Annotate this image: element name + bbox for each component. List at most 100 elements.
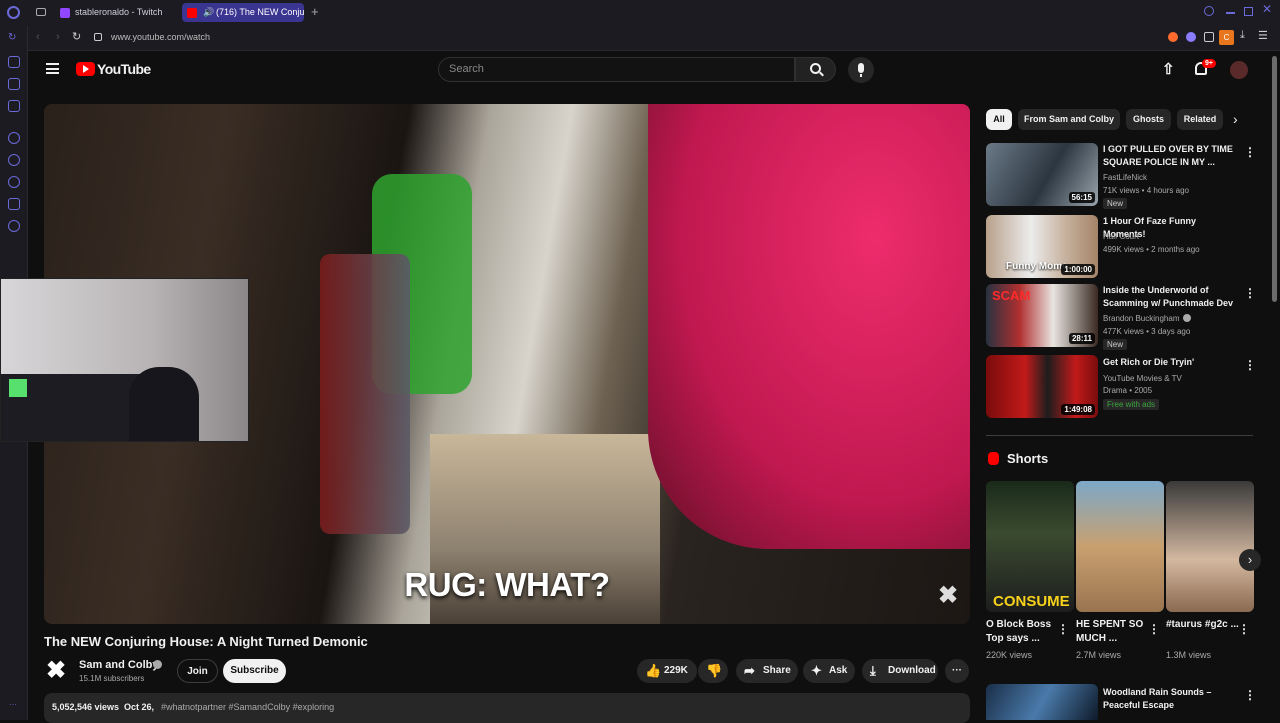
rec-thumbnail[interactable]: [986, 684, 1098, 720]
hamburger-menu-icon[interactable]: [46, 63, 59, 74]
create-upload-icon[interactable]: ⇧: [1162, 60, 1175, 78]
more-actions-button[interactable]: ···: [945, 659, 969, 683]
thumbs-down-icon: 👎: [706, 663, 723, 678]
like-button[interactable]: 👍 229K: [637, 659, 697, 683]
channel-name[interactable]: Sam and Colby: [79, 659, 158, 671]
close-overlay-icon[interactable]: ✖: [938, 584, 958, 608]
lock-icon: [94, 33, 102, 41]
sidebar-item-twitch-icon[interactable]: [8, 100, 20, 112]
sidebar-item-history-icon[interactable]: [8, 176, 20, 188]
voice-search-button[interactable]: [848, 57, 874, 83]
account-avatar[interactable]: [1230, 61, 1248, 79]
chip-ghosts[interactable]: Ghosts: [1126, 109, 1171, 130]
duration-badge: 1:49:08: [1061, 404, 1095, 415]
download-button[interactable]: ⤓ Download: [862, 659, 938, 683]
short-title[interactable]: HE SPENT SO MUCH ...: [1076, 618, 1151, 646]
search-button[interactable]: [795, 57, 836, 82]
short-title[interactable]: O Block Boss Top says ...: [986, 618, 1061, 646]
new-tab-button[interactable]: +: [311, 5, 319, 19]
subscribe-button[interactable]: Subscribe: [223, 659, 286, 683]
sidebar-more-icon[interactable]: ···: [9, 700, 17, 709]
menu-icon[interactable]: ☰: [1258, 29, 1268, 42]
restore-icon[interactable]: [1244, 7, 1253, 16]
rec-title[interactable]: Get Rich or Die Tryin': [1103, 356, 1238, 369]
tab-twitch[interactable]: stableronaldo - Twitch: [55, 3, 175, 22]
rec-meta: 499K views • 2 months ago: [1103, 245, 1200, 254]
rec-title[interactable]: Woodland Rain Sounds – Peaceful Escape: [1103, 686, 1238, 712]
short-more-icon[interactable]: ⋮: [1148, 622, 1160, 636]
close-window-icon[interactable]: ✕: [1262, 2, 1272, 16]
url-text[interactable]: www.youtube.com/watch: [111, 32, 210, 42]
rec-thumbnail[interactable]: SCAM 28:11: [986, 284, 1098, 347]
rec-title[interactable]: Inside the Underworld of Scamming w/ Pun…: [1103, 284, 1238, 310]
search-tabs-icon[interactable]: [1204, 6, 1214, 16]
search-input[interactable]: Search: [438, 57, 795, 82]
browser-tab-bar: stableronaldo - Twitch 🔊 (716) The NEW C…: [0, 0, 1280, 26]
rec-channel[interactable]: FastLifeNick: [1103, 171, 1147, 184]
short-views: 1.3M views: [1166, 650, 1212, 660]
shorts-next-button[interactable]: ›: [1239, 549, 1261, 571]
refresh-icon[interactable]: ↻: [72, 30, 81, 43]
rec-thumbnail[interactable]: Funny Mome 1:00:00: [986, 215, 1098, 278]
short-title[interactable]: #taurus #g2c ...: [1166, 618, 1241, 632]
short-thumbnail[interactable]: [1166, 481, 1254, 612]
extension-icon[interactable]: [1168, 32, 1178, 42]
short-thumbnail[interactable]: [1076, 481, 1164, 612]
thumbs-up-icon: 👍: [645, 663, 662, 678]
extension-badge[interactable]: C: [1219, 30, 1234, 45]
verified-check-icon: [153, 660, 162, 669]
chip-all[interactable]: All: [986, 109, 1012, 130]
short-more-icon[interactable]: ⋮: [1057, 622, 1069, 636]
rec-more-icon[interactable]: ⋮: [1244, 688, 1256, 702]
page-scrollbar[interactable]: [1272, 56, 1277, 302]
join-button[interactable]: Join: [177, 659, 218, 683]
description-box[interactable]: 5,052,546 views Oct 26, #whatnotpartner …: [44, 693, 970, 723]
back-icon[interactable]: ‹: [36, 31, 40, 43]
forward-icon[interactable]: ›: [56, 31, 60, 43]
video-frame-blanket: [648, 104, 970, 549]
rec-more-icon[interactable]: ⋮: [1244, 358, 1256, 372]
sidebar-item-aria-icon[interactable]: [8, 56, 20, 68]
twitch-icon: [60, 8, 70, 18]
rec-more-icon[interactable]: ⋮: [1244, 286, 1256, 300]
sidebar-item-chat-icon[interactable]: [8, 198, 20, 210]
sidebar-item-settings-icon[interactable]: [8, 220, 20, 232]
share-icon: ➦: [744, 663, 755, 678]
share-button[interactable]: ➦ Share: [736, 659, 798, 683]
short-thumbnail[interactable]: CONSUME: [986, 481, 1074, 612]
tab-youtube[interactable]: 🔊 (716) The NEW Conju: [182, 3, 304, 22]
chip-related[interactable]: Related: [1177, 109, 1223, 130]
rec-meta: 71K views • 4 hours ago: [1103, 186, 1189, 195]
duration-badge: 28:11: [1068, 333, 1095, 344]
extension-icon[interactable]: [1204, 32, 1214, 42]
sidebar-item-heart-icon[interactable]: [8, 154, 20, 166]
speaker-icon[interactable]: 🔊: [203, 3, 214, 22]
download-label: Download: [888, 665, 936, 676]
rec-meta: 477K views • 3 days ago: [1103, 327, 1191, 336]
download-icon[interactable]: ⤓: [1240, 29, 1245, 42]
sidebar-item-messenger-icon[interactable]: [8, 78, 20, 90]
rec-more-icon[interactable]: ⋮: [1244, 145, 1256, 159]
hashtags[interactable]: #whatnotpartner #SamandColby #exploring: [161, 702, 334, 712]
channel-avatar[interactable]: ✖: [44, 657, 70, 685]
dislike-button[interactable]: 👎: [698, 659, 728, 683]
opera-logo-icon[interactable]: [7, 6, 20, 19]
rec-channel[interactable]: Half Court: [1103, 230, 1139, 243]
sidebar-item-player-icon[interactable]: [8, 132, 20, 144]
extension-icon[interactable]: [1186, 32, 1196, 42]
chip-from-sam-and-colby[interactable]: From Sam and Colby: [1018, 109, 1120, 130]
reload-icon[interactable]: ↻: [8, 32, 16, 43]
tab-overview-icon[interactable]: [36, 8, 46, 16]
ask-button[interactable]: ✦ Ask: [803, 659, 855, 683]
rec-thumbnail[interactable]: 1:49:08: [986, 355, 1098, 418]
rec-channel[interactable]: Brandon Buckingham: [1103, 312, 1180, 325]
minimize-icon[interactable]: [1226, 12, 1235, 14]
short-views: 2.7M views: [1076, 650, 1122, 660]
section-divider: [986, 435, 1253, 436]
rec-thumbnail[interactable]: 56:15: [986, 143, 1098, 206]
short-more-icon[interactable]: ⋮: [1238, 622, 1250, 636]
verified-check-icon: [1183, 314, 1191, 322]
rec-title[interactable]: I GOT PULLED OVER BY TIME SQUARE POLICE …: [1103, 143, 1238, 169]
short-thumb-text: CONSUME: [993, 593, 1070, 610]
chips-next-chevron-icon[interactable]: ›: [1233, 111, 1238, 127]
